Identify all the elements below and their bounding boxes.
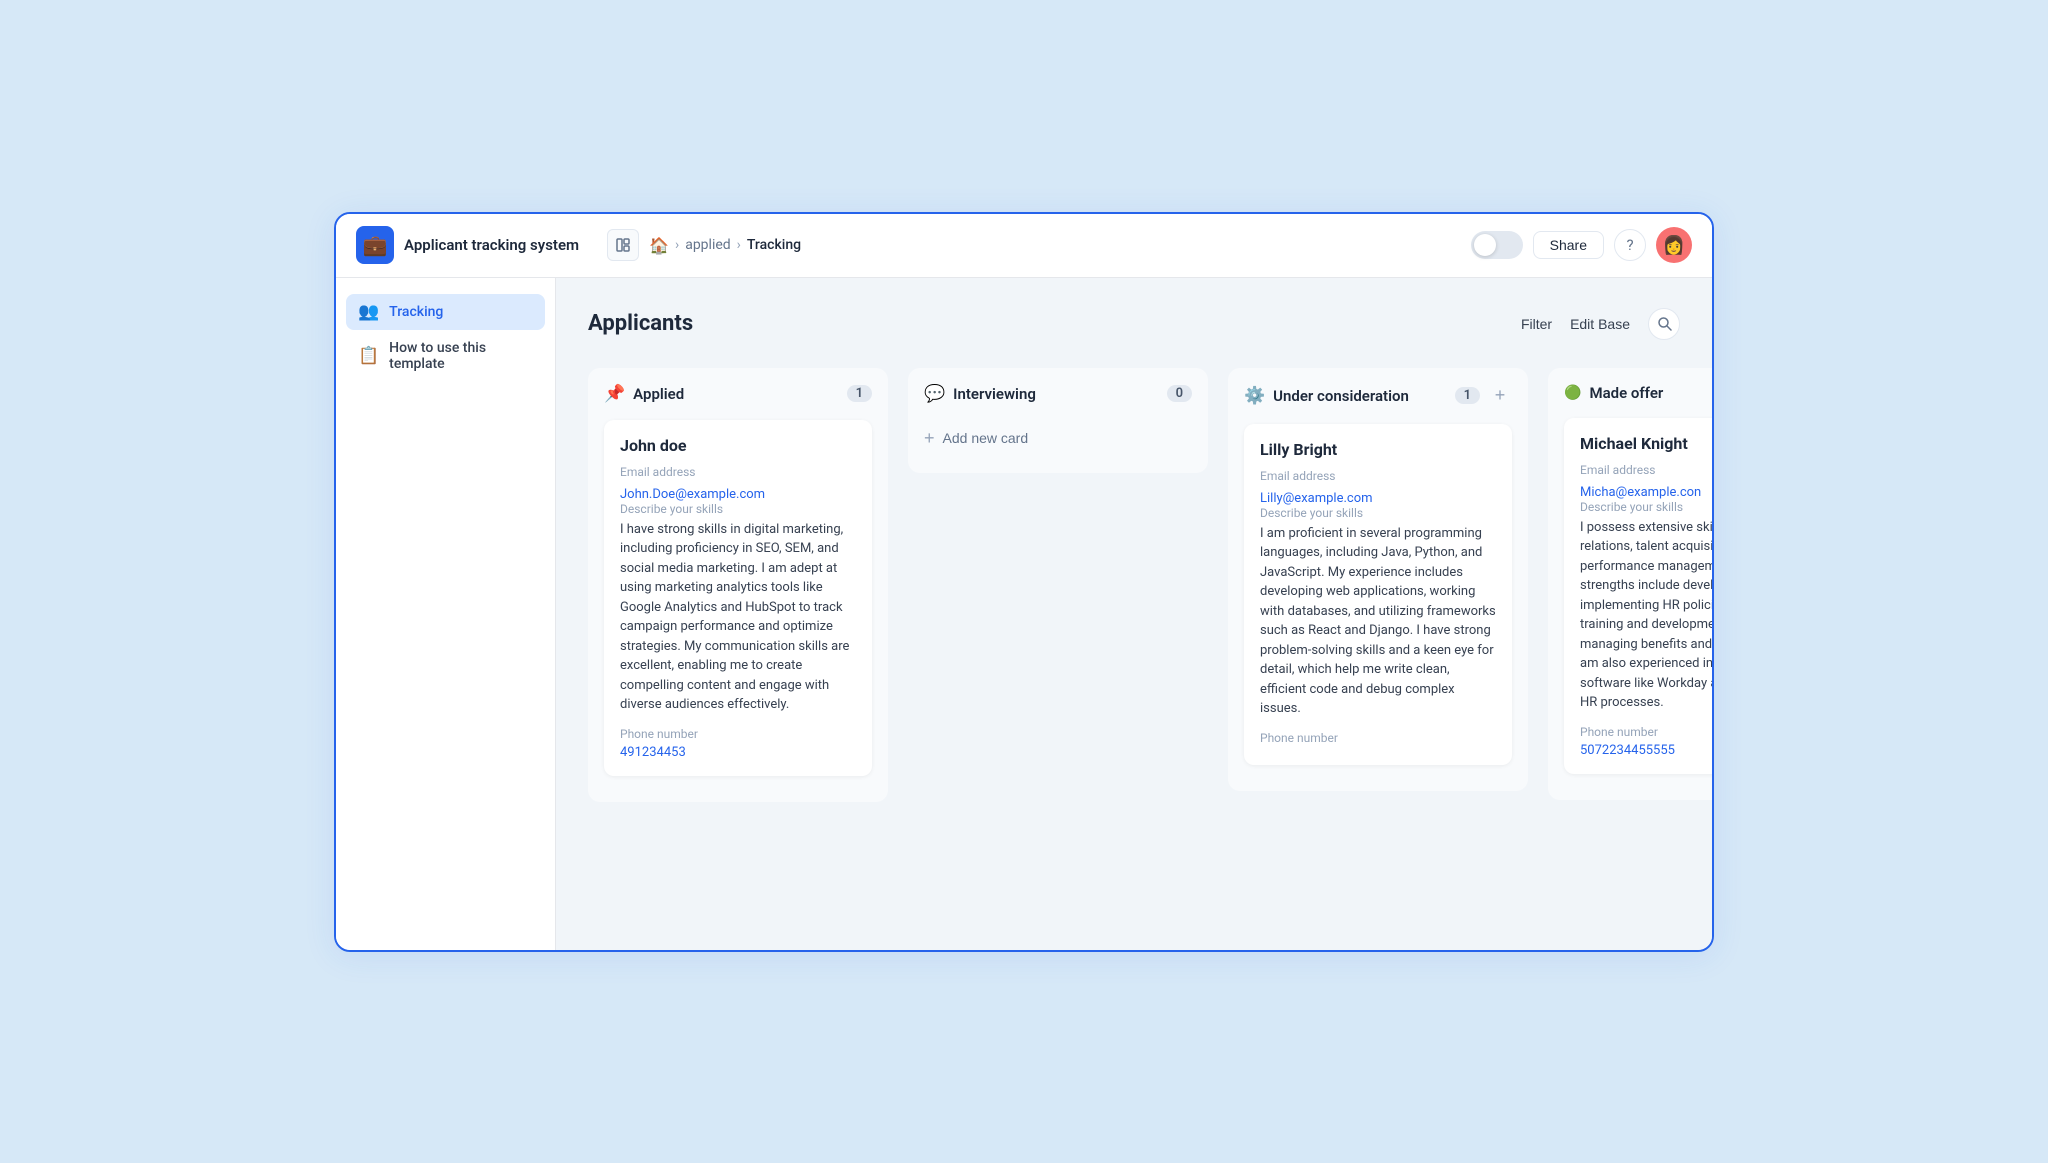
column-made-offer: 🟢 Made offer 1 Michael Knight Email addr… [1548, 368, 1712, 800]
app-window: 💼 Applicant tracking system 🏠 › applied … [334, 212, 1714, 952]
column-under-consideration-count: 1 [1455, 387, 1480, 404]
column-under-consideration: ⚙️ Under consideration 1 + Lilly Bright … [1228, 368, 1528, 791]
column-under-consideration-title: Under consideration [1273, 387, 1409, 405]
card-john-doe-name: John doe [620, 436, 856, 455]
card-lilly-bright-email-label: Email address [1260, 469, 1496, 483]
made-offer-icon: 🟢 [1564, 385, 1581, 401]
add-card-plus-icon: + [924, 428, 935, 449]
main-content: Applicants Filter Edit Base [556, 278, 1712, 950]
card-lilly-bright-skills-label: Describe your skills [1260, 506, 1496, 520]
column-interviewing-count: 0 [1167, 385, 1192, 402]
column-made-offer-header: 🟢 Made offer 1 [1564, 384, 1712, 402]
topbar-right: ✏️ Share ? 👩 [1471, 227, 1692, 263]
sidebar-item-how-to-label: How to use this template [389, 340, 533, 372]
avatar[interactable]: 👩 [1656, 227, 1692, 263]
card-lilly-bright: Lilly Bright Email address Lilly@example… [1244, 424, 1512, 765]
card-michael-knight: Michael Knight Email address Micha@examp… [1564, 418, 1712, 774]
card-michael-knight-skills: I possess extensive skills in employee r… [1580, 518, 1712, 713]
breadcrumb-hr[interactable]: applied [685, 237, 730, 253]
breadcrumb-home-icon[interactable]: 🏠 [649, 236, 669, 255]
sidebar: 👥 Tracking 📋 How to use this template [336, 278, 556, 950]
card-michael-knight-phone-label: Phone number [1580, 725, 1712, 739]
card-john-doe-phone-label: Phone number [620, 727, 856, 741]
sidebar-item-how-to[interactable]: 📋 How to use this template [346, 332, 545, 380]
column-interviewing: 💬 Interviewing 0 + Add new card [908, 368, 1208, 473]
card-lilly-bright-name: Lilly Bright [1260, 440, 1496, 459]
add-card-label: Add new card [943, 430, 1029, 446]
card-john-doe-skills: I have strong skills in digital marketin… [620, 520, 856, 715]
card-john-doe-phone: 491234453 [620, 745, 856, 760]
sidebar-item-tracking-label: Tracking [389, 304, 443, 320]
interviewing-icon: 💬 [924, 384, 945, 404]
template-icon: 📋 [358, 346, 379, 366]
card-michael-knight-phone: 5072234455555 [1580, 743, 1712, 758]
under-consideration-add-button[interactable]: + [1488, 384, 1512, 408]
search-button[interactable] [1648, 308, 1680, 340]
header-actions: Filter Edit Base [1521, 308, 1680, 340]
share-button[interactable]: Share [1533, 231, 1604, 259]
help-button[interactable]: ? [1614, 229, 1646, 261]
column-applied-title: Applied [633, 385, 838, 403]
column-under-consideration-title-wrap: Under consideration [1273, 386, 1446, 405]
card-john-doe: John doe Email address John.Doe@example.… [604, 420, 872, 776]
app-name: Applicant tracking system [404, 236, 579, 254]
topbar: 💼 Applicant tracking system 🏠 › applied … [336, 214, 1712, 278]
add-panel-button[interactable] [607, 229, 639, 261]
card-john-doe-email[interactable]: John.Doe@example.com [620, 487, 765, 502]
card-john-doe-email-label: Email address [620, 465, 856, 479]
card-michael-knight-name: Michael Knight [1580, 434, 1712, 453]
tracking-icon: 👥 [358, 302, 379, 322]
sidebar-item-tracking[interactable]: 👥 Tracking [346, 294, 545, 330]
column-made-offer-title: Made offer [1589, 384, 1712, 402]
applied-icon: 📌 [604, 384, 625, 404]
edit-base-button[interactable]: Edit Base [1570, 316, 1630, 332]
card-lilly-bright-skills: I am proficient in several programming l… [1260, 524, 1496, 719]
content-header: Applicants Filter Edit Base [588, 308, 1680, 340]
page-title: Applicants [588, 311, 693, 336]
card-lilly-bright-email[interactable]: Lilly@example.com [1260, 491, 1373, 506]
breadcrumb-tracking: Tracking [747, 237, 801, 253]
column-applied-header: 📌 Applied 1 [604, 384, 872, 404]
column-interviewing-header: 💬 Interviewing 0 [924, 384, 1192, 404]
kanban-board: 📌 Applied 1 John doe Email address John.… [588, 368, 1680, 802]
card-michael-knight-email[interactable]: Micha@example.con [1580, 485, 1701, 500]
card-michael-knight-skills-label: Describe your skills [1580, 500, 1712, 514]
card-lilly-bright-phone-label: Phone number [1260, 731, 1496, 745]
card-john-doe-skills-label: Describe your skills [620, 502, 856, 516]
column-interviewing-title: Interviewing [953, 385, 1158, 403]
edit-toggle[interactable]: ✏️ [1471, 231, 1523, 259]
filter-button[interactable]: Filter [1521, 316, 1552, 332]
app-logo-icon: 💼 [356, 226, 394, 264]
under-consideration-icon: ⚙️ [1244, 386, 1265, 406]
column-applied-count: 1 [847, 385, 872, 402]
main-layout: 👥 Tracking 📋 How to use this template Ap… [336, 278, 1712, 950]
column-applied: 📌 Applied 1 John doe Email address John.… [588, 368, 888, 802]
column-under-consideration-header: ⚙️ Under consideration 1 + [1244, 384, 1512, 408]
breadcrumb: 🏠 › applied › Tracking [649, 236, 801, 255]
card-michael-knight-email-label: Email address [1580, 463, 1712, 477]
add-card-button[interactable]: + Add new card [924, 420, 1192, 457]
topbar-logo: 💼 Applicant tracking system [356, 226, 579, 264]
